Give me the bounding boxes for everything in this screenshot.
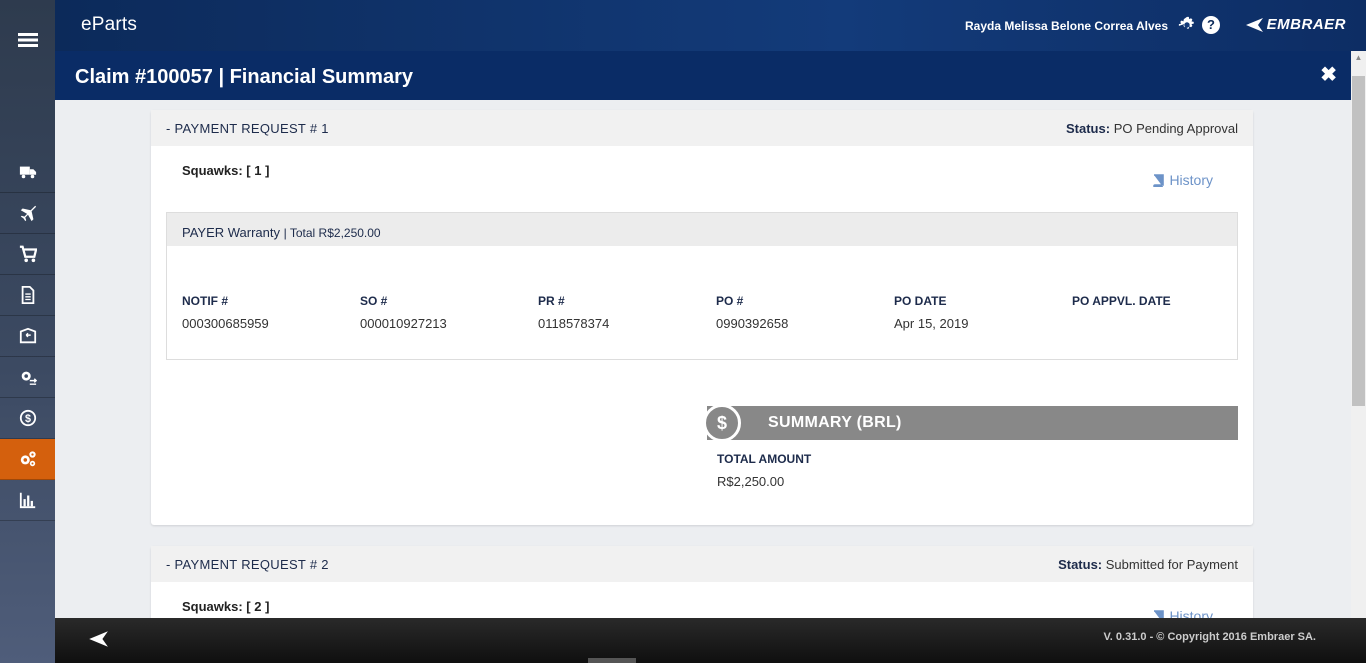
notif-field: NOTIF # 000300685959 [182,294,269,331]
po-approval-date-field: PO APPVL. DATE [1072,294,1171,316]
pr-value: 0118578374 [538,316,610,331]
history-link[interactable]: History [1152,172,1213,188]
payer-label: PAYER Warranty [182,225,281,240]
summary-bar: $ SUMMARY (BRL) [703,404,1238,442]
app-title: eParts [81,14,138,35]
menu-icon[interactable] [0,0,55,80]
payment-request-panel: - PAYMENT REQUEST # 1 Status: PO Pending… [151,110,1253,525]
package-return-icon [19,327,36,344]
embraer-wing-icon [89,631,108,647]
embraer-logo: EMBRAER [1244,16,1346,33]
financial-summary-content: - PAYMENT REQUEST # 1 Status: PO Pending… [55,100,1351,618]
history-label: History [1169,608,1213,618]
scrollbar[interactable]: ▲ [1351,51,1366,618]
airplane-icon [20,205,36,222]
sidebar: $ [0,0,55,663]
payment-request-title[interactable]: - PAYMENT REQUEST # 1 [166,121,329,136]
history-link[interactable]: History [1152,608,1213,618]
document-icon [21,286,34,304]
footer: V. 0.31.0 - © Copyright 2016 Embraer SA. [55,618,1366,663]
po-date-value: Apr 15, 2019 [894,316,969,331]
book-icon [1153,173,1165,187]
summary-title: SUMMARY (BRL) [768,414,902,431]
payment-request-header[interactable]: - PAYMENT REQUEST # 2 Status: Submitted … [151,546,1253,582]
status-value: Submitted for Payment [1105,557,1238,572]
squawks-label: Squawks: [ 1 ] [182,163,270,178]
payment-request-panel: - PAYMENT REQUEST # 2 Status: Submitted … [151,546,1253,618]
po-date-field: PO DATE Apr 15, 2019 [894,294,968,331]
status-label: Status: [1058,557,1103,572]
gears-icon [20,451,36,467]
so-field: SO # 000010927213 [360,294,447,331]
history-label: History [1169,172,1213,188]
squawks-label: Squawks: [ 2 ] [182,599,270,614]
svg-text:$: $ [25,413,31,425]
pr-field: PR # 0118578374 [538,294,609,331]
sidebar-item-claims[interactable] [0,439,55,480]
payment-status: Status: PO Pending Approval [1066,121,1238,136]
sidebar-item-finance[interactable]: $ [0,398,55,439]
payer-total: | Total R$2,250.00 [283,226,381,240]
pr-label: PR # [538,294,565,308]
help-icon[interactable]: ? [1202,16,1220,34]
book-icon [1154,609,1165,618]
dollar-icon: $ [703,404,741,442]
sidebar-item-returns[interactable] [0,316,55,357]
top-bar: eParts Rayda Melissa Belone Correa Alves… [55,0,1366,51]
brand-name: EMBRAER [1266,16,1346,33]
total-amount-value: R$2,250.00 [717,474,785,489]
so-value: 000010927213 [360,316,447,331]
sidebar-item-cart[interactable] [0,234,55,275]
gear-icon[interactable] [1178,16,1196,34]
sidebar-item-logistics[interactable] [0,152,55,193]
payment-request-title[interactable]: - PAYMENT REQUEST # 2 [166,557,329,572]
settings-transfer-icon [21,371,37,385]
status-label: Status: [1066,121,1111,136]
user-name[interactable]: Rayda Melissa Belone Correa Alves [965,19,1168,33]
sidebar-item-reports[interactable] [0,480,55,521]
payer-box: PAYER Warranty | Total R$2,250.00 NOTIF … [166,212,1238,360]
dollar-circle-icon: $ [19,409,36,427]
notif-value: 000300685959 [182,316,269,331]
total-amount-label: TOTAL AMOUNT [717,452,812,466]
status-value: PO Pending Approval [1113,121,1238,136]
po-date-label: PO DATE [894,294,947,308]
sidebar-item-documents[interactable] [0,275,55,316]
scrollbar-thumb[interactable] [1352,76,1365,406]
so-label: SO # [360,294,388,308]
sidebar-item-transfers[interactable] [0,357,55,398]
footer-copyright: V. 0.31.0 - © Copyright 2016 Embraer SA. [1103,631,1316,643]
footer-tab [588,658,636,663]
scroll-up-arrow-icon[interactable]: ▲ [1351,53,1366,65]
po-value: 0990392658 [716,316,789,331]
notif-label: NOTIF # [182,294,229,308]
sidebar-item-aircraft[interactable] [0,193,55,234]
payment-request-header[interactable]: - PAYMENT REQUEST # 1 Status: PO Pending… [151,110,1253,146]
embraer-wing-icon [1245,17,1263,32]
page-title: Claim #100057 | Financial Summary [75,66,413,88]
payer-header: PAYER Warranty | Total R$2,250.00 [167,213,1237,246]
po-label: PO # [716,294,744,308]
payment-status: Status: Submitted for Payment [1058,557,1238,572]
total-amount-field: TOTAL AMOUNT R$2,250.00 [717,452,811,489]
close-button[interactable]: ✖ [1320,65,1337,85]
modal-header: Claim #100057 | Financial Summary ✖ [55,51,1351,100]
po-field: PO # 0990392658 [716,294,788,331]
bar-chart-icon [19,492,35,509]
cart-icon [19,245,37,263]
truck-icon [19,166,36,179]
po-approval-date-label: PO APPVL. DATE [1072,294,1171,308]
